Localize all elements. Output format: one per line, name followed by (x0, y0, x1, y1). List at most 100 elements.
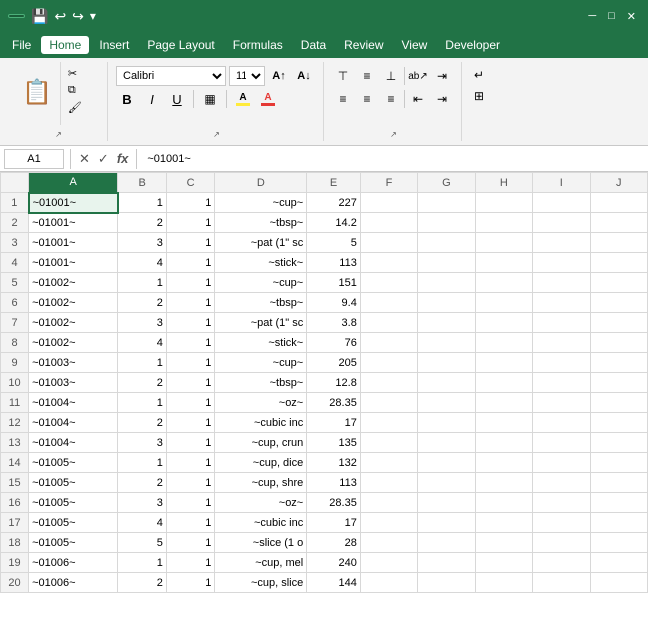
cell[interactable]: 3 (118, 433, 166, 453)
indent-btn[interactable]: ⇥ (431, 89, 453, 109)
row-header[interactable]: 6 (1, 293, 29, 313)
cell[interactable]: ~pat (1" sc (215, 313, 307, 333)
cell[interactable] (418, 493, 475, 513)
col-header-a[interactable]: A (29, 173, 118, 193)
cell[interactable] (360, 513, 417, 533)
cell[interactable]: 4 (118, 253, 166, 273)
cell[interactable]: ~01005~ (29, 533, 118, 553)
cell[interactable]: 132 (307, 453, 361, 473)
cell[interactable] (475, 393, 532, 413)
cell[interactable] (590, 573, 647, 593)
cell[interactable] (360, 573, 417, 593)
cell[interactable]: 151 (307, 273, 361, 293)
minimize-icon[interactable]: ─ (584, 10, 600, 22)
cell[interactable] (418, 193, 475, 213)
cell[interactable] (418, 433, 475, 453)
cell[interactable] (533, 253, 590, 273)
cell[interactable] (418, 453, 475, 473)
cell[interactable]: ~01001~ (29, 233, 118, 253)
cell[interactable] (533, 473, 590, 493)
cell[interactable] (533, 233, 590, 253)
cell[interactable]: ~cup~ (215, 273, 307, 293)
cell[interactable]: 17 (307, 413, 361, 433)
cell[interactable]: 1 (166, 273, 214, 293)
cell[interactable] (360, 373, 417, 393)
cell[interactable]: ~pat (1" sc (215, 233, 307, 253)
cell[interactable] (360, 393, 417, 413)
cell[interactable]: ~stick~ (215, 253, 307, 273)
row-header[interactable]: 10 (1, 373, 29, 393)
cell[interactable]: 1 (118, 393, 166, 413)
cell[interactable]: ~cup, slice (215, 573, 307, 593)
cell[interactable]: 2 (118, 573, 166, 593)
cell[interactable] (590, 453, 647, 473)
insert-function-icon[interactable]: fx (115, 151, 131, 166)
center-align-btn[interactable]: ≡ (356, 89, 378, 109)
cell[interactable]: 2 (118, 413, 166, 433)
cell[interactable] (360, 213, 417, 233)
font-size-select[interactable]: 11 (229, 66, 265, 86)
cell[interactable] (590, 193, 647, 213)
cell[interactable] (360, 313, 417, 333)
cell[interactable]: ~cup~ (215, 353, 307, 373)
cell[interactable]: 3.8 (307, 313, 361, 333)
clipboard-expand-icon[interactable]: ↗ (55, 130, 62, 139)
cell[interactable] (533, 293, 590, 313)
col-header-j[interactable]: J (590, 173, 647, 193)
cancel-formula-icon[interactable]: ✕ (77, 151, 92, 167)
cell[interactable]: 1 (166, 193, 214, 213)
col-header-f[interactable]: F (360, 173, 417, 193)
cell[interactable]: 4 (118, 333, 166, 353)
row-header[interactable]: 14 (1, 453, 29, 473)
col-header-g[interactable]: G (418, 173, 475, 193)
cell[interactable]: ~tbsp~ (215, 373, 307, 393)
cell[interactable] (475, 313, 532, 333)
cell[interactable] (590, 333, 647, 353)
row-header[interactable]: 15 (1, 473, 29, 493)
undo-icon[interactable]: ↩ (54, 8, 66, 25)
cell[interactable]: 1 (166, 493, 214, 513)
cell[interactable]: 1 (118, 273, 166, 293)
row-header[interactable]: 12 (1, 413, 29, 433)
cell[interactable] (418, 273, 475, 293)
cell[interactable]: ~01004~ (29, 413, 118, 433)
row-header[interactable]: 2 (1, 213, 29, 233)
increase-font-btn[interactable]: A↑ (268, 66, 290, 86)
row-header[interactable]: 16 (1, 493, 29, 513)
cell[interactable]: ~01002~ (29, 273, 118, 293)
cell[interactable] (475, 353, 532, 373)
cell[interactable]: 9.4 (307, 293, 361, 313)
cell[interactable]: 1 (166, 433, 214, 453)
right-align-btn[interactable]: ≡ (380, 89, 402, 109)
cell[interactable] (475, 473, 532, 493)
cell[interactable] (590, 493, 647, 513)
cell[interactable] (475, 513, 532, 533)
cell[interactable] (590, 513, 647, 533)
cell[interactable]: 1 (166, 213, 214, 233)
cell[interactable] (418, 513, 475, 533)
top-align-btn[interactable]: ⊤ (332, 66, 354, 86)
cell[interactable] (533, 453, 590, 473)
row-header[interactable]: 17 (1, 513, 29, 533)
bold-button[interactable]: B (116, 89, 138, 109)
cell[interactable]: ~01005~ (29, 493, 118, 513)
cell[interactable]: 2 (118, 293, 166, 313)
confirm-formula-icon[interactable]: ✓ (96, 151, 111, 167)
cell[interactable] (590, 313, 647, 333)
cell[interactable] (418, 413, 475, 433)
cell[interactable] (418, 213, 475, 233)
cell[interactable]: 1 (166, 473, 214, 493)
cell[interactable] (475, 493, 532, 513)
cell[interactable] (360, 233, 417, 253)
cell[interactable] (533, 273, 590, 293)
row-header[interactable]: 9 (1, 353, 29, 373)
cell[interactable] (590, 373, 647, 393)
cell[interactable]: ~01004~ (29, 433, 118, 453)
row-header[interactable]: 11 (1, 393, 29, 413)
cell[interactable]: 1 (166, 553, 214, 573)
font-name-select[interactable]: Calibri (116, 66, 226, 86)
cell[interactable]: ~01001~ (29, 193, 118, 213)
cell[interactable]: 1 (166, 393, 214, 413)
cell[interactable] (590, 533, 647, 553)
bottom-align-btn[interactable]: ⊥ (380, 66, 402, 86)
